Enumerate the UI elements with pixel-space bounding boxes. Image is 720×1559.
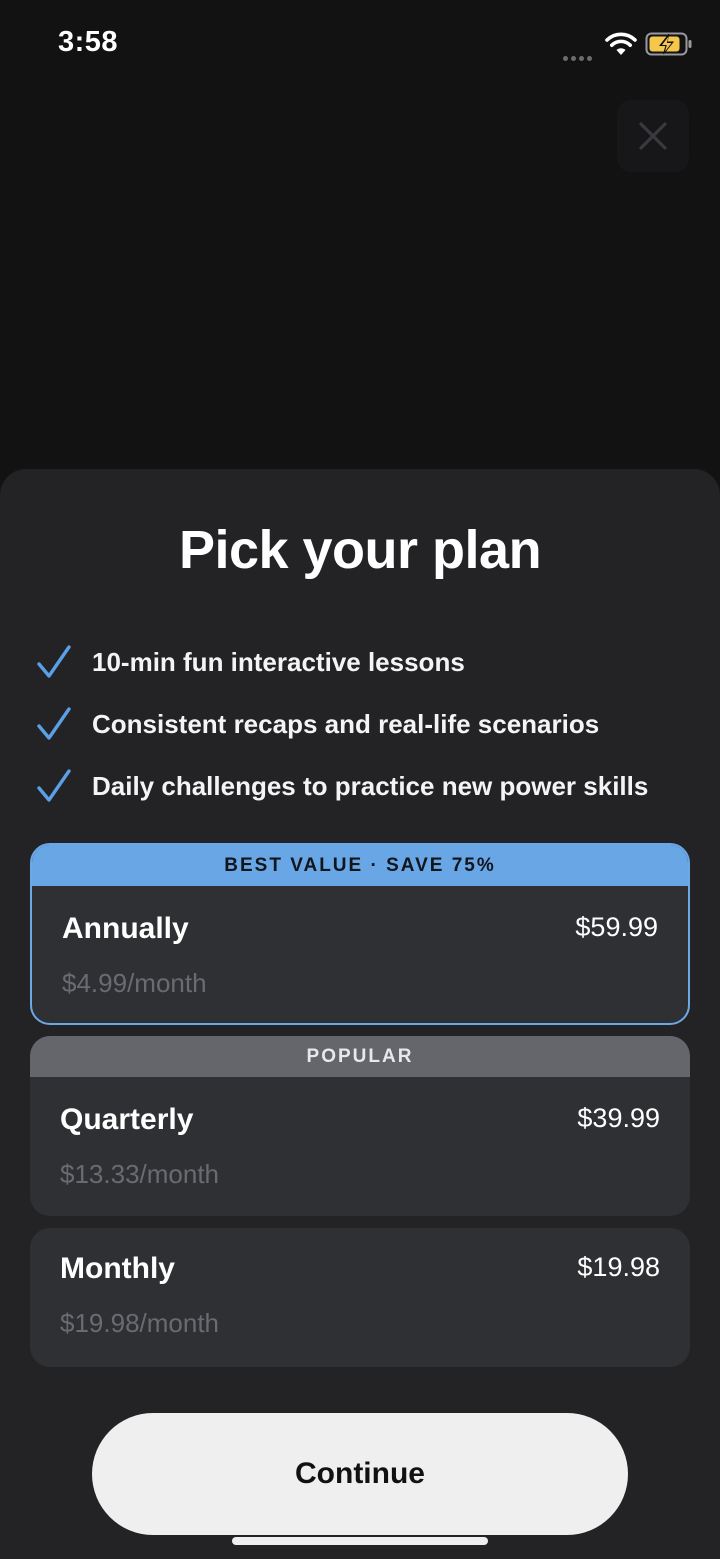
continue-button[interactable]: Continue bbox=[92, 1413, 628, 1535]
checkmark-icon bbox=[37, 769, 71, 802]
feature-item: 10-min fun interactive lessons bbox=[36, 631, 696, 693]
close-icon bbox=[639, 122, 667, 150]
checkmark-icon bbox=[37, 645, 71, 678]
plan-per-month: $4.99/month bbox=[62, 968, 207, 998]
feature-text: 10-min fun interactive lessons bbox=[92, 646, 465, 677]
checkmark-icon bbox=[37, 707, 71, 740]
wifi-icon bbox=[605, 32, 637, 55]
plan-name: Annually bbox=[62, 912, 189, 945]
best-value-badge: BEST VALUE · SAVE 75% bbox=[32, 845, 688, 886]
feature-item: Daily challenges to practice new power s… bbox=[36, 755, 696, 817]
status-time: 3:58 bbox=[58, 26, 119, 58]
page-title: Pick your plan bbox=[178, 520, 542, 580]
plan-price: $59.99 bbox=[575, 912, 658, 942]
plan-sheet: Pick your plan 10-min fun interactive le… bbox=[0, 469, 720, 1559]
plan-card-annually[interactable]: BEST VALUE · SAVE 75% Annually $59.99 $4… bbox=[30, 843, 690, 1025]
plan-name: Monthly bbox=[60, 1252, 175, 1285]
feature-text: Daily challenges to practice new power s… bbox=[92, 770, 649, 801]
plan-card-monthly[interactable]: Monthly $19.98 $19.98/month bbox=[30, 1228, 690, 1367]
battery-charging-icon bbox=[645, 32, 692, 56]
plan-per-month: $13.33/month bbox=[60, 1159, 220, 1189]
feature-item: Consistent recaps and real-life scenario… bbox=[36, 693, 696, 755]
feature-list: 10-min fun interactive lessons Consisten… bbox=[36, 631, 696, 817]
feature-text: Consistent recaps and real-life scenario… bbox=[92, 708, 600, 739]
paywall-screen: 3:58 Pick your plan 10-min fun interacti… bbox=[0, 0, 720, 1559]
plan-name: Quarterly bbox=[60, 1103, 194, 1136]
signal-dots-icon bbox=[563, 48, 597, 61]
plan-card-quarterly[interactable]: POPULAR Quarterly $39.99 $13.33/month bbox=[30, 1036, 690, 1216]
status-bar: 3:58 bbox=[0, 0, 720, 90]
plan-price: $39.99 bbox=[577, 1103, 660, 1133]
popular-badge: POPULAR bbox=[30, 1036, 690, 1077]
close-button[interactable] bbox=[617, 100, 689, 172]
home-indicator bbox=[232, 1537, 488, 1545]
plan-per-month: $19.98/month bbox=[60, 1308, 220, 1338]
plan-price: $19.98 bbox=[577, 1252, 660, 1282]
